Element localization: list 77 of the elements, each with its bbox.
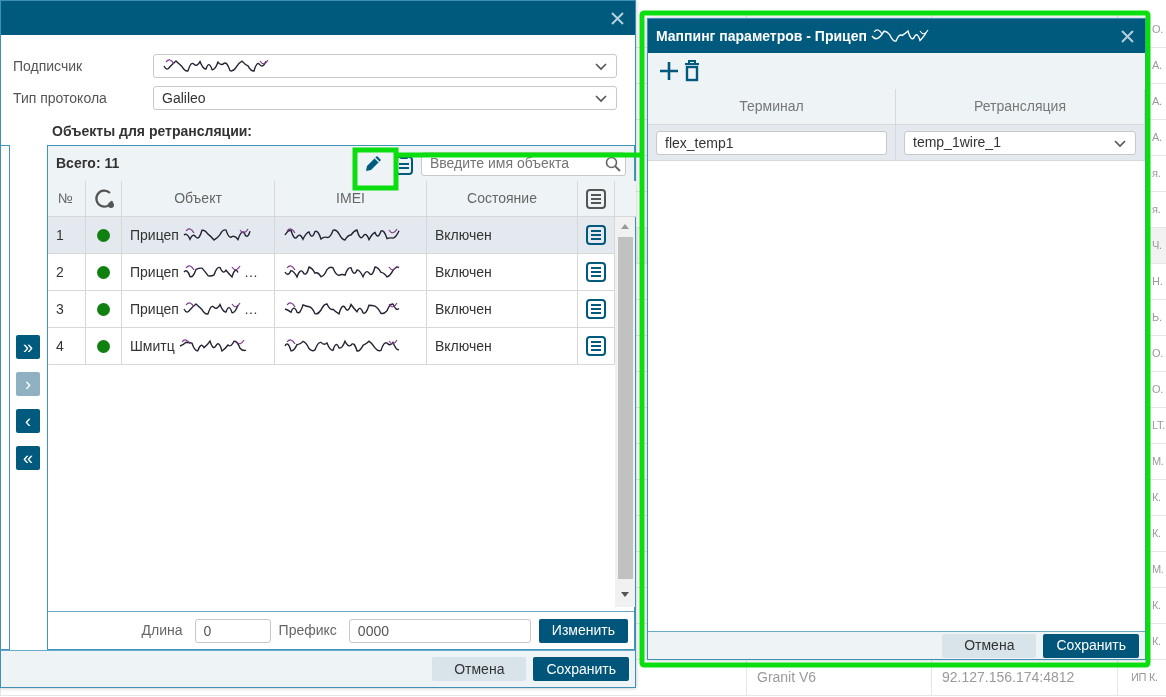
columns-menu-icon[interactable] bbox=[586, 188, 606, 209]
table-row[interactable]: 4 Шмитц Включен bbox=[48, 328, 615, 365]
table-cell-text: Включен bbox=[435, 225, 492, 245]
details-icon[interactable] bbox=[586, 262, 606, 282]
table-cell-text: я. bbox=[1152, 202, 1161, 218]
table-cell-text: 92.127.156.174:4812 bbox=[942, 668, 1075, 687]
field-label: Длина bbox=[141, 621, 183, 640]
cancel-button[interactable]: Отмена bbox=[432, 657, 527, 681]
table-cell-text: Ч. bbox=[1152, 238, 1162, 254]
table-cell-text: М. bbox=[1152, 454, 1164, 470]
cancel-button[interactable]: Отмена bbox=[942, 633, 1037, 658]
table-cell-text: Прицеп bbox=[130, 299, 179, 319]
save-button[interactable]: Сохранить bbox=[1043, 633, 1139, 658]
details-icon[interactable] bbox=[586, 336, 606, 356]
table-cell-text: К. bbox=[1152, 490, 1161, 506]
table-cell-text: О. bbox=[1152, 22, 1163, 38]
table-cell-text: К. bbox=[1152, 598, 1161, 614]
table-cell-text: Включен bbox=[435, 262, 492, 282]
table-cell-text: К. bbox=[1152, 526, 1161, 542]
trash-icon[interactable] bbox=[684, 60, 700, 82]
status-icon bbox=[92, 187, 115, 210]
column-header[interactable]: Терминал bbox=[739, 96, 804, 117]
close-icon[interactable] bbox=[1120, 28, 1135, 44]
table-cell-text: 4 bbox=[56, 336, 64, 356]
table-cell-text: Включен bbox=[435, 336, 492, 356]
table-cell-text: Ь. bbox=[1152, 310, 1162, 326]
chevron-down-icon bbox=[594, 60, 608, 72]
chevron-down-icon bbox=[594, 92, 608, 104]
table-cell-text: А. bbox=[1152, 130, 1162, 146]
change-button[interactable]: Изменить bbox=[538, 618, 628, 643]
table-cell-text: К. bbox=[1152, 634, 1161, 650]
field-label: Тип протокола bbox=[12, 88, 108, 108]
field-label: Подписчик bbox=[12, 56, 84, 76]
ellipsis-text: … bbox=[243, 262, 258, 282]
table-cell-text: ИП К. bbox=[1131, 670, 1158, 686]
select-field[interactable] bbox=[153, 54, 617, 78]
close-icon[interactable] bbox=[610, 10, 625, 26]
table-cell-text: я. bbox=[1152, 166, 1161, 182]
transfer-button[interactable]: » bbox=[16, 335, 40, 359]
terminal-field[interactable]: flex_temp1 bbox=[656, 130, 887, 155]
table-cell-text: 1 bbox=[56, 225, 64, 245]
table-row[interactable]: 1 Прицеп Включен bbox=[48, 217, 615, 254]
table-cell-text: А. bbox=[1152, 94, 1162, 110]
search-icon bbox=[605, 155, 621, 172]
column-header[interactable]: IMEI bbox=[336, 188, 365, 209]
section-title: Объекты для ретрансляции: bbox=[52, 122, 254, 140]
table-cell-text: 3 bbox=[56, 299, 64, 319]
table-cell-text: Шмитц bbox=[130, 336, 175, 356]
ellipsis-text: … bbox=[243, 299, 258, 319]
table-cell-text: О. bbox=[1152, 382, 1163, 398]
length-field[interactable]: 0 bbox=[194, 618, 271, 643]
select-field[interactable]: Galileo bbox=[153, 86, 617, 110]
table-cell-text: А. bbox=[1152, 58, 1162, 74]
plus-icon[interactable] bbox=[658, 60, 680, 82]
table-cell-text: 2 bbox=[56, 262, 64, 282]
highlight-box bbox=[352, 147, 399, 191]
table-cell-text: М. bbox=[1152, 562, 1164, 578]
field-label: Префикс bbox=[278, 621, 337, 640]
details-icon[interactable] bbox=[586, 225, 606, 245]
table-cell-text: LT. bbox=[1152, 418, 1165, 434]
table-row[interactable]: 3 Прицеп … Включен bbox=[48, 291, 615, 328]
table-row[interactable]: 2 Прицеп … Включен bbox=[48, 254, 615, 291]
table-cell-text: Включен bbox=[435, 299, 492, 319]
transfer-button[interactable]: ‹ bbox=[16, 409, 40, 433]
prefix-field[interactable]: 0000 bbox=[348, 618, 531, 643]
column-header[interactable]: Объект bbox=[174, 188, 222, 209]
table-cell-text: Прицеп bbox=[130, 225, 179, 245]
table-cell-text: Н. bbox=[1152, 274, 1163, 290]
details-icon[interactable] bbox=[586, 299, 606, 319]
save-button[interactable]: Сохранить bbox=[533, 657, 629, 681]
table-cell-text: О. bbox=[1152, 346, 1163, 362]
table-cell-text: Прицеп bbox=[130, 262, 179, 282]
table-cell-text: Granit V6 bbox=[757, 668, 817, 687]
total-count: Всего: 11 bbox=[56, 154, 121, 173]
relay-select[interactable]: temp_1wire_1 bbox=[904, 130, 1136, 155]
transfer-button[interactable]: « bbox=[16, 446, 40, 470]
dialog-title: Маппинг параметров - Прицеп bbox=[656, 26, 867, 46]
